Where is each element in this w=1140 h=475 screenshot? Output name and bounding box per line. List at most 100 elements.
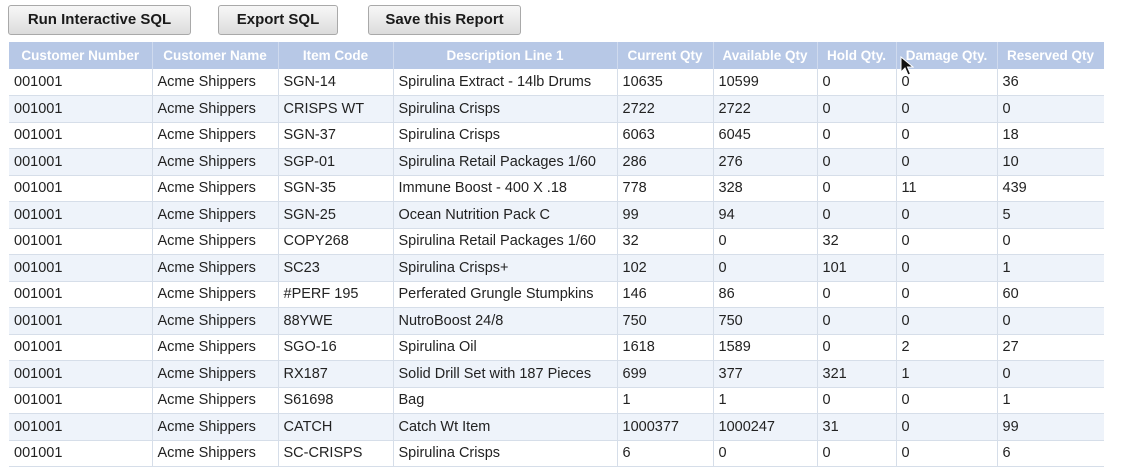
cell-customer-name: Acme Shippers	[152, 413, 279, 441]
table-row[interactable]: 001001 Acme Shippers SGO-16 Spirulina Oil 16…	[9, 334, 1104, 361]
cell-available-qty: 2722	[713, 95, 818, 123]
cell-available-qty: 377	[713, 360, 818, 388]
cell-current-qty: 699	[617, 360, 714, 388]
cell-damage-qty: 0	[896, 201, 998, 229]
cell-customer-name: Acme Shippers	[152, 387, 279, 414]
column-header-reserved-qty[interactable]: Reserved Qty	[997, 42, 1104, 69]
cell-item-code: SC-CRISPS	[278, 440, 394, 467]
table-row[interactable]: 001001 Acme Shippers SGP-01 Spirulina Retai…	[9, 148, 1104, 176]
cell-reserved-qty: 0	[997, 228, 1104, 255]
cell-customer-number: 001001	[9, 95, 153, 123]
report-toolbar: Run Interactive SQL Export SQL Save this…	[0, 0, 1140, 40]
cell-hold-qty: 0	[817, 307, 897, 335]
table-row[interactable]: 001001 Acme Shippers CATCH Catch Wt Item 100…	[9, 413, 1104, 441]
cell-item-code: COPY268	[278, 228, 394, 255]
cell-hold-qty: 0	[817, 334, 897, 361]
cell-customer-name: Acme Shippers	[152, 254, 279, 282]
table-row[interactable]: 001001 Acme Shippers SGN-37 Spirulina Crisp…	[9, 122, 1104, 149]
cell-item-code: SGP-01	[278, 148, 394, 176]
cell-damage-qty: 1	[896, 360, 998, 388]
cell-current-qty: 102	[617, 254, 714, 282]
cell-item-code: RX187	[278, 360, 394, 388]
cell-current-qty: 6	[617, 440, 714, 467]
cell-item-code: CATCH	[278, 413, 394, 441]
cell-reserved-qty: 5	[997, 201, 1104, 229]
column-header-customer-name[interactable]: Customer Name	[152, 42, 279, 69]
cell-reserved-qty: 6	[997, 440, 1104, 467]
cell-customer-name: Acme Shippers	[152, 175, 279, 202]
cell-reserved-qty: 1	[997, 387, 1104, 414]
column-header-item-code[interactable]: Item Code	[278, 42, 394, 69]
cell-customer-name: Acme Shippers	[152, 95, 279, 123]
table-row[interactable]: 001001 Acme Shippers RX187 Solid Drill Set …	[9, 360, 1104, 388]
save-report-button[interactable]: Save this Report	[368, 5, 521, 35]
column-header-current-qty[interactable]: Current Qty	[617, 42, 714, 69]
table-row[interactable]: 001001 Acme Shippers CRISPS WT Spirulina Cr…	[9, 95, 1104, 123]
cell-current-qty: 10635	[617, 69, 714, 96]
cell-hold-qty: 101	[817, 254, 897, 282]
table-header-row: Customer Number Customer Name Item Code …	[9, 42, 1104, 69]
cell-damage-qty: 0	[896, 387, 998, 414]
cell-available-qty: 10599	[713, 69, 818, 96]
cell-reserved-qty: 27	[997, 334, 1104, 361]
cell-current-qty: 6063	[617, 122, 714, 149]
cell-hold-qty: 31	[817, 413, 897, 441]
cell-customer-name: Acme Shippers	[152, 307, 279, 335]
table-row[interactable]: 001001 Acme Shippers SC-CRISPS Spirulina Cr…	[9, 440, 1104, 467]
cell-description-line-1: Bag	[393, 387, 618, 414]
table-row[interactable]: 001001 Acme Shippers SGN-25 Ocean Nutrition…	[9, 201, 1104, 229]
cell-description-line-1: Spirulina Retail Packages 1/60	[393, 148, 618, 176]
cell-customer-name: Acme Shippers	[152, 228, 279, 255]
table-row[interactable]: 001001 Acme Shippers #PERF 195 Perferated G…	[9, 281, 1104, 308]
column-header-available-qty[interactable]: Available Qty	[713, 42, 818, 69]
cell-customer-number: 001001	[9, 334, 153, 361]
cell-customer-name: Acme Shippers	[152, 69, 279, 96]
cell-customer-number: 001001	[9, 387, 153, 414]
cell-reserved-qty: 1	[997, 254, 1104, 282]
cell-reserved-qty: 60	[997, 281, 1104, 308]
cell-item-code: 88YWE	[278, 307, 394, 335]
cell-damage-qty: 0	[896, 254, 998, 282]
cell-description-line-1: Spirulina Crisps	[393, 440, 618, 467]
cell-description-line-1: Spirulina Oil	[393, 334, 618, 361]
run-interactive-sql-button[interactable]: Run Interactive SQL	[8, 5, 191, 35]
export-sql-button[interactable]: Export SQL	[218, 5, 338, 35]
table-row[interactable]: 001001 Acme Shippers 88YWE NutroBoost 24/8 7…	[9, 307, 1104, 335]
column-header-customer-number[interactable]: Customer Number	[9, 42, 153, 69]
cell-damage-qty: 0	[896, 148, 998, 176]
cell-item-code: #PERF 195	[278, 281, 394, 308]
cell-hold-qty: 0	[817, 148, 897, 176]
cell-reserved-qty: 0	[997, 307, 1104, 335]
table-row[interactable]: 001001 Acme Shippers SGN-35 Immune Boost - …	[9, 175, 1104, 202]
cell-customer-name: Acme Shippers	[152, 360, 279, 388]
cell-damage-qty: 0	[896, 307, 998, 335]
table-row[interactable]: 001001 Acme Shippers S61698 Bag 1 1 0 0 1	[9, 387, 1104, 414]
table-row[interactable]: 001001 Acme Shippers COPY268 Spirulina Reta…	[9, 228, 1104, 255]
cell-description-line-1: Spirulina Crisps+	[393, 254, 618, 282]
cell-available-qty: 1000247	[713, 413, 818, 441]
table-row[interactable]: 001001 Acme Shippers SGN-14 Spirulina Extra…	[9, 69, 1104, 96]
cell-description-line-1: Solid Drill Set with 187 Pieces	[393, 360, 618, 388]
cell-description-line-1: Ocean Nutrition Pack C	[393, 201, 618, 229]
column-header-description-line-1[interactable]: Description Line 1	[393, 42, 618, 69]
cell-customer-number: 001001	[9, 254, 153, 282]
cell-item-code: SGN-25	[278, 201, 394, 229]
cell-hold-qty: 0	[817, 387, 897, 414]
cell-customer-name: Acme Shippers	[152, 281, 279, 308]
cell-item-code: SC23	[278, 254, 394, 282]
cell-available-qty: 750	[713, 307, 818, 335]
cell-description-line-1: Spirulina Extract - 14lb Drums	[393, 69, 618, 96]
cell-reserved-qty: 99	[997, 413, 1104, 441]
cell-customer-number: 001001	[9, 281, 153, 308]
cell-current-qty: 99	[617, 201, 714, 229]
table-body: 001001 Acme Shippers SGN-14 Spirulina Extra…	[9, 69, 1104, 467]
column-header-hold-qty[interactable]: Hold Qty.	[817, 42, 897, 69]
cell-customer-number: 001001	[9, 440, 153, 467]
cell-hold-qty: 0	[817, 175, 897, 202]
table-row[interactable]: 001001 Acme Shippers SC23 Spirulina Crisps+…	[9, 254, 1104, 282]
cell-available-qty: 0	[713, 228, 818, 255]
cell-item-code: CRISPS WT	[278, 95, 394, 123]
cell-reserved-qty: 18	[997, 122, 1104, 149]
cell-customer-number: 001001	[9, 148, 153, 176]
cell-current-qty: 146	[617, 281, 714, 308]
